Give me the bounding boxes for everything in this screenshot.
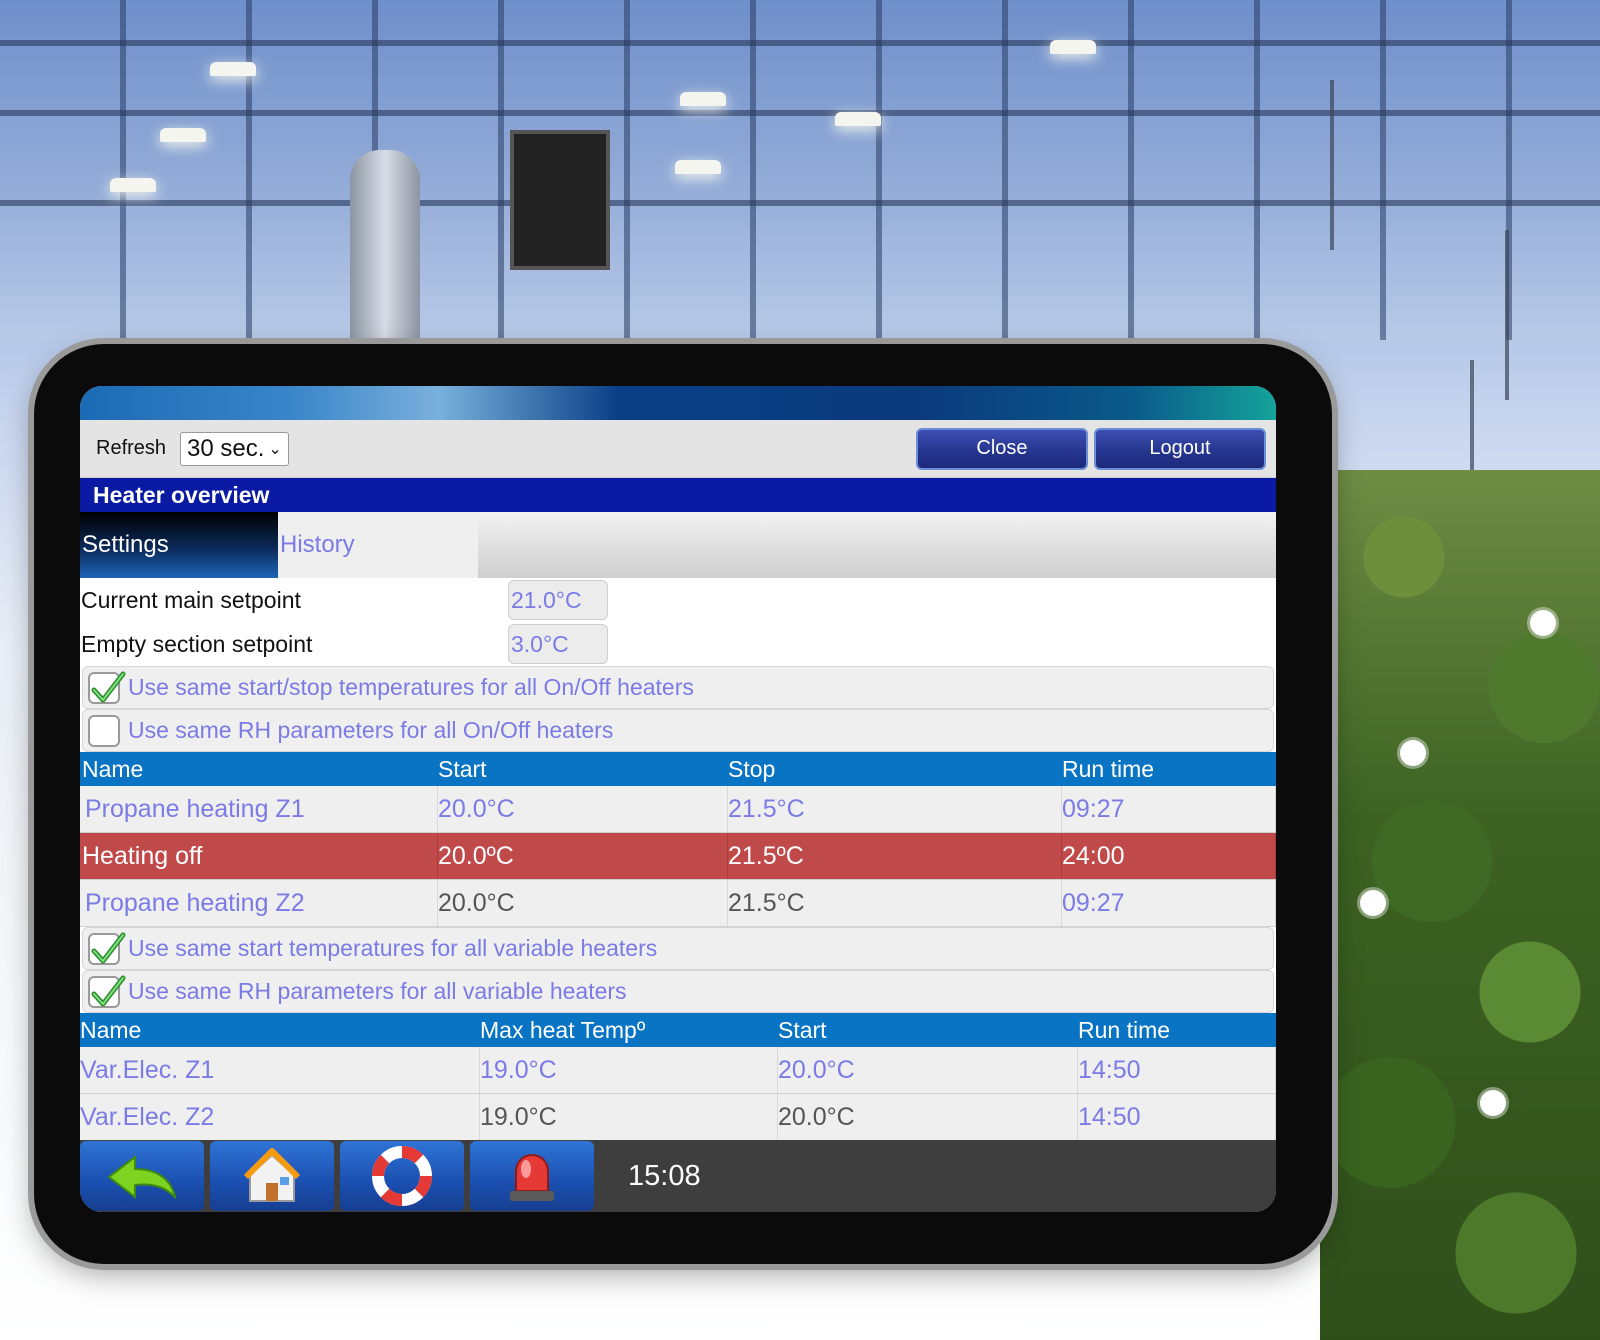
- setpoint-label: Current main setpoint: [81, 586, 301, 613]
- onoff-same-start-stop-option[interactable]: Use same start/stop temperatures for all…: [82, 666, 1274, 709]
- start-temp: 20.0ºC: [438, 833, 728, 879]
- onoff-same-rh-option[interactable]: Use same RH parameters for all On/Off he…: [82, 709, 1274, 752]
- chevron-down-icon: ⌄: [268, 440, 282, 458]
- stop-temp[interactable]: 21.5°C: [728, 786, 1062, 832]
- toolbar: Refresh 30 sec. ⌄ Close Logout: [80, 420, 1276, 478]
- onoff-table-header: Name Start Stop Run time: [80, 752, 1276, 786]
- checkmark-icon: [91, 975, 126, 1006]
- heater-name[interactable]: Propane heating Z1: [80, 786, 438, 832]
- setpoint-label: Empty section setpoint: [81, 630, 313, 657]
- checkbox-unchecked[interactable]: [88, 714, 120, 747]
- heater-name: Heating off: [80, 833, 438, 879]
- tab-history[interactable]: History: [278, 512, 478, 578]
- table-row[interactable]: Var.Elec. Z1 19.0°C 20.0°C 14:50: [80, 1047, 1276, 1094]
- stop-temp: 21.5ºC: [728, 833, 1062, 879]
- home-button[interactable]: [210, 1141, 334, 1211]
- start-temp: 20.0°C: [778, 1094, 1078, 1140]
- column-header: Run time: [1078, 1016, 1171, 1043]
- heater-name[interactable]: Var.Elec. Z1: [80, 1047, 480, 1093]
- variable-same-rh-option[interactable]: Use same RH parameters for all variable …: [82, 970, 1274, 1013]
- flower: [1400, 740, 1426, 766]
- run-time[interactable]: 09:27: [1062, 786, 1276, 832]
- clock: 15:08: [628, 1159, 701, 1192]
- option-label: Use same RH parameters for all variable …: [128, 978, 627, 1004]
- column-header: Start: [778, 1016, 827, 1043]
- setpoint-row-main: Current main setpoint 21.0°C: [80, 578, 1276, 622]
- checkmark-icon: [91, 932, 126, 963]
- checkbox-checked[interactable]: [88, 932, 126, 965]
- run-time[interactable]: 14:50: [1078, 1094, 1276, 1140]
- column-header: Name: [82, 755, 144, 782]
- table-row[interactable]: Var.Elec. Z2 19.0°C 20.0°C 14:50: [80, 1094, 1276, 1141]
- flower: [1530, 610, 1556, 636]
- checkmark-icon: [91, 671, 126, 702]
- column-header: Max heat Tempº: [480, 1016, 646, 1043]
- unit-heater: [510, 130, 610, 270]
- stop-temp: 21.5°C: [728, 880, 1062, 926]
- table-row[interactable]: Propane heating Z1 20.0°C 21.5°C 09:27: [80, 786, 1276, 833]
- footer-nav: 15:08: [80, 1140, 1276, 1212]
- roof-beam: [0, 200, 1600, 206]
- column-header: Stop: [728, 755, 776, 782]
- column-header: Name: [80, 1016, 142, 1043]
- close-button[interactable]: Close: [916, 427, 1088, 470]
- refresh-select-value: 30 sec.: [187, 434, 265, 462]
- grow-lamp: [210, 62, 256, 76]
- page-title: Heater overview: [80, 478, 1276, 512]
- table-row[interactable]: Propane heating Z2 20.0°C 21.5°C 09:27: [80, 880, 1276, 927]
- refresh-select[interactable]: 30 sec. ⌄: [180, 431, 289, 466]
- back-arrow-icon: [107, 1154, 177, 1199]
- run-time[interactable]: 09:27: [1062, 880, 1276, 926]
- home-icon: [243, 1148, 301, 1202]
- heater-name[interactable]: Propane heating Z2: [80, 880, 438, 926]
- lifebuoy-icon: [372, 1146, 432, 1206]
- flower: [1480, 1090, 1506, 1116]
- grow-lamp: [160, 128, 206, 142]
- greenhouse-roof: [0, 0, 1600, 340]
- refresh-label: Refresh: [96, 437, 167, 459]
- tablet-screen: Refresh 30 sec. ⌄ Close Logout Heater ov…: [80, 386, 1276, 1212]
- tab-bar: Settings History: [80, 512, 1276, 578]
- heater-name[interactable]: Var.Elec. Z2: [80, 1094, 480, 1140]
- grow-lamp: [1050, 40, 1096, 54]
- option-label: Use same RH parameters for all On/Off he…: [128, 717, 614, 743]
- empty-section-setpoint-field[interactable]: 3.0°C: [508, 624, 608, 664]
- help-button[interactable]: [340, 1141, 464, 1211]
- checkbox-checked[interactable]: [88, 671, 126, 704]
- tab-settings[interactable]: Settings: [80, 512, 278, 578]
- start-temp: 20.0°C: [438, 880, 728, 926]
- table-row-alarm[interactable]: Heating off 20.0ºC 21.5ºC 24:00: [80, 833, 1276, 880]
- grow-lamp: [680, 92, 726, 106]
- logout-button[interactable]: Logout: [1094, 427, 1266, 470]
- air-duct: [350, 150, 420, 340]
- main-setpoint-field[interactable]: 21.0°C: [508, 580, 608, 620]
- max-heat-temp: 19.0°C: [480, 1094, 778, 1140]
- header-gradient-band: [80, 386, 1276, 420]
- max-heat-temp[interactable]: 19.0°C: [480, 1047, 778, 1093]
- roof-beam: [0, 110, 1600, 116]
- column-header: Run time: [1062, 755, 1155, 782]
- back-button[interactable]: [80, 1141, 204, 1211]
- alarm-button[interactable]: [470, 1141, 594, 1211]
- run-time: 24:00: [1062, 833, 1276, 879]
- grow-lamp: [110, 178, 156, 192]
- option-label: Use same start temperatures for all vari…: [128, 935, 658, 961]
- variable-same-start-option[interactable]: Use same start temperatures for all vari…: [82, 927, 1274, 970]
- grow-lamp: [675, 160, 721, 174]
- column-header: Start: [438, 755, 487, 782]
- grow-lamp: [835, 112, 881, 126]
- option-label: Use same start/stop temperatures for all…: [128, 674, 694, 700]
- checkbox-checked[interactable]: [88, 975, 126, 1008]
- variable-table-header: Name Max heat Tempº Start Run time: [80, 1013, 1276, 1047]
- hanging-hook: [1330, 80, 1334, 250]
- hanging-hook: [1505, 230, 1509, 400]
- start-temp[interactable]: 20.0°C: [438, 786, 728, 832]
- setpoint-row-empty-section: Empty section setpoint 3.0°C: [80, 622, 1276, 666]
- strawberry-plants: [1320, 470, 1600, 1340]
- run-time[interactable]: 14:50: [1078, 1047, 1276, 1093]
- alarm-beacon-icon: [510, 1154, 554, 1201]
- start-temp[interactable]: 20.0°C: [778, 1047, 1078, 1093]
- flower: [1360, 890, 1386, 916]
- roof-beam: [0, 40, 1600, 46]
